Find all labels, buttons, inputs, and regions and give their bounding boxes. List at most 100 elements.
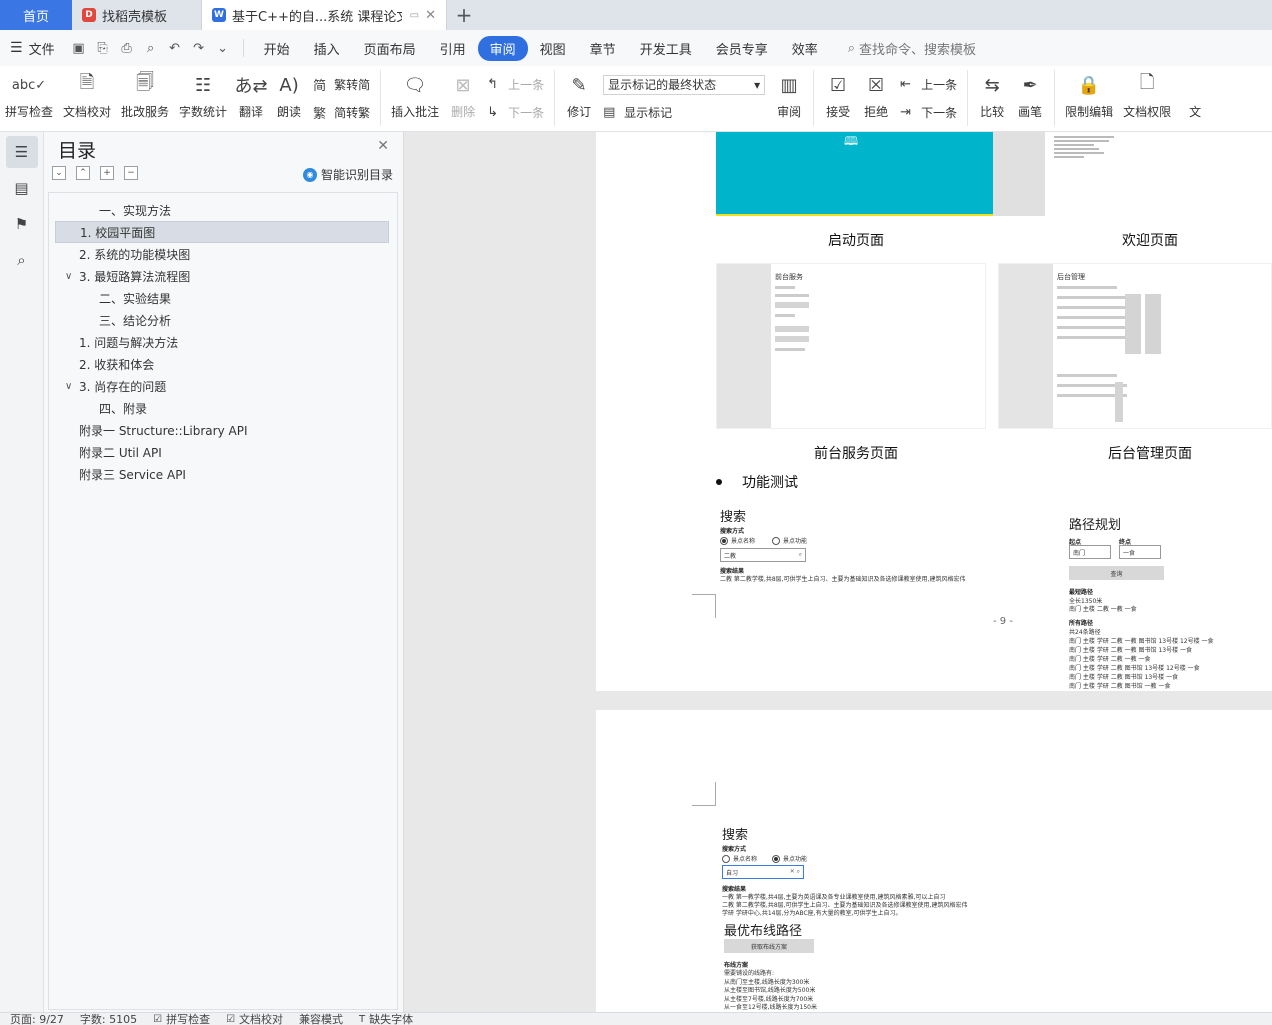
chevron-down-icon[interactable]: ∨	[65, 271, 79, 282]
insert-comment-button[interactable]: 🗨 插入批注	[386, 70, 444, 120]
save-icon[interactable]: ▣	[69, 38, 89, 58]
radio-name: 景点名称	[722, 854, 757, 863]
accept-icon: ☑	[830, 74, 847, 96]
bookmark-icon[interactable]: ⚑	[6, 208, 38, 240]
undo-icon[interactable]: ↶	[165, 38, 185, 58]
monitor-icon[interactable]: ▭	[410, 10, 419, 21]
crop-mark	[692, 782, 716, 806]
menu-tab[interactable]: 视图	[528, 36, 578, 61]
insert-comment-label: 插入批注	[391, 105, 440, 119]
toc-item[interactable]: 1. 校园平面图	[55, 221, 389, 243]
search-input-value: 自习	[726, 870, 739, 877]
document-page[interactable]: 搜索 搜索方式 景点名称 景点功能 自习 ✕ ⌕ 搜索结果 一教 第一教学楼,共4…	[596, 710, 1272, 1012]
next-change-button[interactable]: ⇥ 下一条	[900, 104, 957, 121]
add-heading-icon[interactable]: +	[100, 166, 114, 180]
simp-to-trad-button[interactable]: 繁简转繁	[313, 103, 370, 122]
close-icon[interactable]: ✕	[377, 138, 389, 154]
command-search[interactable]: ⌕ 查找命令、搜索模板	[848, 39, 976, 58]
doc-check-icon: 🗎	[79, 72, 95, 93]
menu-tab[interactable]: 开发工具	[628, 36, 704, 61]
trad-to-simp-button[interactable]: 简繁转简	[313, 75, 370, 94]
print-preview-icon[interactable]: ⌕	[141, 38, 161, 58]
accept-button[interactable]: ☑ 接受	[819, 70, 857, 120]
word-count-button[interactable]: ☷ 字数统计	[174, 70, 232, 120]
show-markup-button[interactable]: ▤ 显示标记	[603, 104, 765, 121]
menu-tab[interactable]: 审阅	[477, 35, 528, 61]
toc-item[interactable]: 附录一 Structure::Library API	[49, 419, 397, 441]
route-start-input: 南门	[1069, 545, 1111, 559]
read-aloud-button[interactable]: A) 朗读	[270, 70, 308, 120]
toc-item[interactable]: 一、实现方法	[49, 199, 397, 221]
wiring-button-image: 获取布线方案	[724, 939, 814, 953]
smart-toc-button[interactable]: ◉ 智能识别目录	[302, 166, 393, 183]
ink-button[interactable]: ✒ 画笔	[1011, 70, 1049, 120]
next-comment-button[interactable]: ↳ 下一条	[487, 104, 544, 121]
toc-item[interactable]: 1. 问题与解决方法	[49, 331, 397, 353]
spell-check-button[interactable]: abc✓ 拼写检查	[0, 70, 58, 120]
toc-item[interactable]: ∨ 3. 尚存在的问题	[49, 375, 397, 397]
menu-tab[interactable]: 引用	[428, 36, 478, 61]
markup-state-select[interactable]: 显示标记的最终状态 ▾	[603, 74, 766, 95]
search-icon: ⌕	[847, 40, 856, 56]
menu-tab[interactable]: 页面布局	[352, 36, 428, 61]
status-words[interactable]: 字数: 5105	[80, 1013, 137, 1025]
toc-item[interactable]: 附录二 Util API	[49, 441, 397, 463]
doc-permission-button[interactable]: 🗋 文档权限	[1118, 70, 1176, 120]
toc-item[interactable]: 附录三 Service API	[49, 463, 397, 485]
redo-icon[interactable]: ↷	[189, 38, 209, 58]
export-pdf-icon[interactable]: ⎘	[93, 38, 113, 58]
toc-item[interactable]: 2. 收获和体会	[49, 353, 397, 375]
compare-button[interactable]: ⇆ 比较	[973, 70, 1011, 120]
menu-tab[interactable]: 效率	[780, 36, 830, 61]
plus-icon: +	[455, 3, 473, 27]
document-page[interactable]: 🕮 启动页面 欢迎页面 前台服务 后台管理 前台服务页面 后台管理页面 功能测试…	[596, 132, 1272, 691]
status-page[interactable]: 页面: 9/27	[10, 1013, 64, 1025]
tab-home[interactable]: 首页	[0, 0, 72, 30]
toc-item[interactable]: 三、结论分析	[49, 309, 397, 331]
delete-comment-button[interactable]: ⊠ 删除	[444, 70, 482, 120]
collapse-all-icon[interactable]: ⌃	[76, 166, 90, 180]
command-search-placeholder: 查找命令、搜索模板	[859, 42, 977, 58]
menu-tab[interactable]: 会员专享	[704, 36, 780, 61]
file-menu-button[interactable]: ☰ 文件	[10, 39, 55, 58]
chapter-nav-icon[interactable]: ▤	[6, 172, 38, 204]
status-doc-check[interactable]: ☑ 文档校对	[226, 1013, 283, 1025]
prev-comment-button[interactable]: ↰ 上一条	[487, 76, 544, 93]
route-path-item: 南门 主楼 学研 二教 一教 图书馆 13号楼 一食	[1069, 647, 1192, 654]
toc-item[interactable]: ∨ 3. 最短路算法流程图	[49, 265, 397, 287]
toc-item[interactable]: 2. 系统的功能模块图	[49, 243, 397, 265]
placeholder-line	[1057, 326, 1127, 329]
remove-heading-icon[interactable]: −	[124, 166, 138, 180]
restrict-edit-button[interactable]: 🔒 限制编辑	[1060, 70, 1118, 120]
track-changes-button[interactable]: ✎ 修订	[560, 70, 598, 120]
placeholder-line	[1057, 286, 1117, 289]
review-pane-button[interactable]: ▥ 审阅	[770, 70, 808, 120]
more-ribbon-button[interactable]: 文	[1176, 70, 1214, 120]
customize-chevron-icon[interactable]: ⌄	[213, 38, 233, 58]
chinese-convert-group: 简繁转简 繁简转繁	[308, 70, 375, 126]
welcome-screenshot-image	[1054, 134, 1114, 160]
new-tab-button[interactable]: +	[447, 0, 481, 30]
reject-button[interactable]: ☒ 拒绝	[857, 70, 895, 120]
prev-change-button[interactable]: ⇤ 上一条	[900, 76, 957, 93]
markup-state-value: 显示标记的最终状态	[608, 78, 717, 93]
revise-service-button[interactable]: 🗐 批改服务	[116, 70, 174, 120]
chevron-down-icon[interactable]: ∨	[65, 381, 79, 392]
translate-button[interactable]: あ⇄ 翻译	[232, 70, 270, 120]
menu-tab[interactable]: 开始	[252, 36, 302, 61]
menu-tab[interactable]: 章节	[578, 36, 628, 61]
doc-check-button[interactable]: 🗎 文档校对	[58, 70, 116, 120]
toc-item[interactable]: 二、实验结果	[49, 287, 397, 309]
menu-tab[interactable]: 插入	[302, 36, 352, 61]
tab-template[interactable]: D 找稻壳模板	[72, 0, 202, 30]
document-canvas[interactable]: 🕮 启动页面 欢迎页面 前台服务 后台管理 前台服务页面 后台管理页面 功能测试…	[405, 132, 1272, 1012]
search-icon[interactable]: ⌕	[6, 244, 38, 276]
expand-all-icon[interactable]: ⌄	[52, 166, 66, 180]
close-icon[interactable]: ✕	[425, 8, 436, 23]
toc-pane-icon[interactable]: ☰	[5, 136, 38, 168]
print-icon[interactable]: ⎙	[117, 38, 137, 58]
status-missing-font[interactable]: T 缺失字体	[359, 1013, 413, 1025]
status-spell[interactable]: ☑ 拼写检查	[153, 1013, 210, 1025]
tab-document[interactable]: W 基于C++的自...系统 课程论文 ▭ ✕	[202, 0, 447, 30]
toc-item[interactable]: 四、附录	[49, 397, 397, 419]
